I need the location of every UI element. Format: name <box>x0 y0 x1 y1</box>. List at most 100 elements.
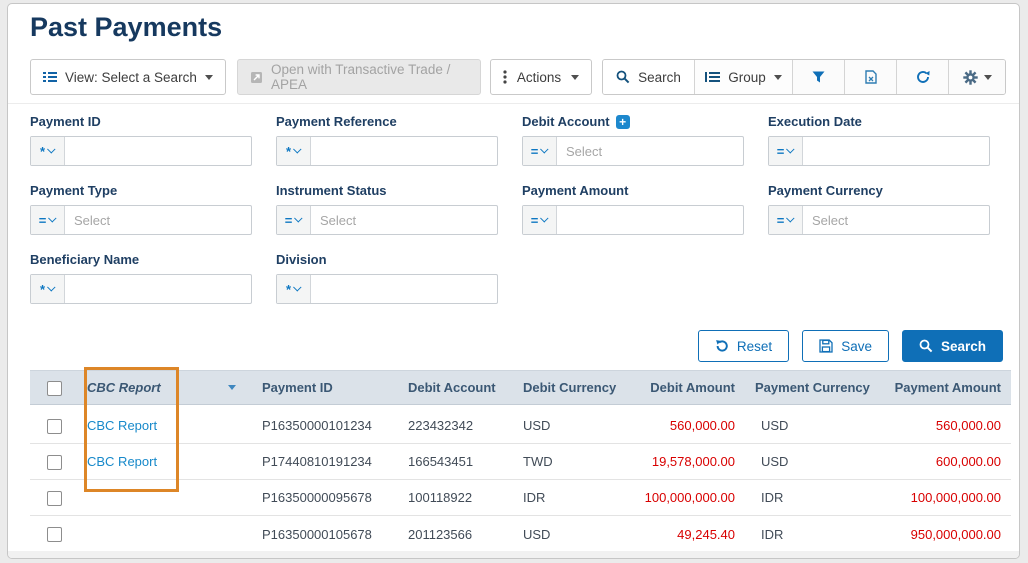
gear-icon <box>963 70 978 85</box>
filter-field-debit-account: Debit Account+ = <box>522 114 744 166</box>
open-with-transactive-trade-button: Open with Transactive Trade / APEA <box>237 59 481 95</box>
column-header-payment-id[interactable]: Payment ID <box>252 380 398 395</box>
actions-button-label: Actions <box>515 70 563 85</box>
cell-payment-id: P16350000101234 <box>252 418 398 433</box>
toolbar-button-group: Search Group <box>602 59 1006 95</box>
column-header-cbc-report[interactable]: CBC Report <box>77 380 252 395</box>
cell-payment-amount: 950,000,000.00 <box>880 527 1011 542</box>
view-button-label: View: Select a Search <box>65 70 197 85</box>
filter-field-payment-id: Payment ID * <box>30 114 252 166</box>
table-header-row: CBC Report Payment ID Debit Account Debi… <box>30 370 1011 405</box>
page-title: Past Payments <box>30 12 222 43</box>
debit-account-label: Debit Account+ <box>522 114 744 129</box>
cell-payment-id: P17440810191234 <box>252 454 398 469</box>
filter-button[interactable] <box>793 60 845 94</box>
toolbar-search-label: Search <box>638 70 681 85</box>
toolbar-search-button[interactable]: Search <box>603 60 695 94</box>
cell-payment-currency: IDR <box>745 527 880 542</box>
row-checkbox[interactable] <box>47 419 62 434</box>
cell-payment-currency: USD <box>745 454 880 469</box>
chevron-down-icon <box>294 214 302 222</box>
payment-type-operator-dropdown[interactable]: = <box>31 206 65 234</box>
reset-undo-icon <box>715 339 729 353</box>
cell-debit-amount: 19,578,000.00 <box>620 454 745 469</box>
chevron-down-icon <box>786 214 794 222</box>
search-submit-button[interactable]: Search <box>902 330 1003 362</box>
filter-field-payment-amount: Payment Amount = <box>522 183 744 235</box>
payment-amount-operator-dropdown[interactable]: = <box>523 206 557 234</box>
beneficiary-name-label: Beneficiary Name <box>30 252 252 267</box>
beneficiary-name-input[interactable] <box>65 275 251 303</box>
save-button-label: Save <box>841 339 872 354</box>
row-checkbox[interactable] <box>47 527 62 542</box>
cell-payment-amount: 100,000,000.00 <box>880 490 1011 505</box>
select-all-checkbox[interactable] <box>47 381 62 396</box>
cell-debit-amount: 49,245.40 <box>620 527 745 542</box>
column-header-payment-amount[interactable]: Payment Amount <box>880 380 1011 395</box>
execution-date-label: Execution Date <box>768 114 990 129</box>
search-icon <box>616 70 630 84</box>
chevron-down-icon <box>205 75 213 80</box>
instrument-status-operator-dropdown[interactable]: = <box>277 206 311 234</box>
filter-field-payment-reference: Payment Reference * <box>276 114 498 166</box>
excel-file-icon <box>865 70 877 84</box>
list-view-icon <box>43 71 57 83</box>
row-checkbox[interactable] <box>47 491 62 506</box>
debit-account-operator-dropdown[interactable]: = <box>523 137 557 165</box>
chevron-down-icon <box>293 283 301 291</box>
reset-button[interactable]: Reset <box>698 330 789 362</box>
column-header-payment-currency[interactable]: Payment Currency <box>745 380 880 395</box>
chevron-down-icon <box>571 75 579 80</box>
row-checkbox[interactable] <box>47 455 62 470</box>
payment-amount-label: Payment Amount <box>522 183 744 198</box>
cbc-report-link[interactable]: CBC Report <box>87 454 157 469</box>
execution-date-input[interactable] <box>803 137 989 165</box>
save-button[interactable]: Save <box>802 330 889 362</box>
instrument-status-select[interactable] <box>311 206 497 234</box>
column-header-debit-amount[interactable]: Debit Amount <box>620 380 745 395</box>
payment-reference-operator-dropdown[interactable]: * <box>277 137 311 165</box>
payment-type-select[interactable] <box>65 206 251 234</box>
cell-debit-account: 166543451 <box>398 454 513 469</box>
chevron-down-icon <box>47 145 55 153</box>
filter-form: Payment ID * Payment Reference * Debit A… <box>30 114 990 304</box>
payment-currency-select[interactable] <box>803 206 989 234</box>
cell-debit-currency: TWD <box>513 454 620 469</box>
chevron-down-icon <box>48 214 56 222</box>
cell-debit-currency: USD <box>513 527 620 542</box>
execution-date-operator-dropdown[interactable]: = <box>769 137 803 165</box>
toolbar-divider <box>8 103 1019 104</box>
past-payments-panel: Past Payments View: Select a Search Open… <box>7 3 1020 559</box>
refresh-button[interactable] <box>897 60 949 94</box>
chevron-down-icon <box>774 75 782 80</box>
results-table: CBC Report Payment ID Debit Account Debi… <box>30 370 1011 554</box>
chevron-down-icon <box>47 283 55 291</box>
cbc-report-link[interactable]: CBC Report <box>87 418 157 433</box>
debit-account-select[interactable] <box>557 137 743 165</box>
payment-id-operator-dropdown[interactable]: * <box>31 137 65 165</box>
column-header-debit-account[interactable]: Debit Account <box>398 380 513 395</box>
division-input[interactable] <box>311 275 497 303</box>
horizontal-scrollbar-track[interactable] <box>8 551 1019 558</box>
payment-reference-input[interactable] <box>311 137 497 165</box>
cell-payment-amount: 560,000.00 <box>880 418 1011 433</box>
beneficiary-name-operator-dropdown[interactable]: * <box>31 275 65 303</box>
division-operator-dropdown[interactable]: * <box>277 275 311 303</box>
payment-id-input[interactable] <box>65 137 251 165</box>
export-excel-button[interactable] <box>845 60 897 94</box>
group-button[interactable]: Group <box>695 60 793 94</box>
cell-payment-currency: IDR <box>745 490 880 505</box>
external-link-icon <box>250 71 263 84</box>
view-select-search-button[interactable]: View: Select a Search <box>30 59 226 95</box>
payment-type-label: Payment Type <box>30 183 252 198</box>
payment-currency-operator-dropdown[interactable]: = <box>769 206 803 234</box>
settings-button[interactable] <box>949 60 1005 94</box>
add-debit-account-icon[interactable]: + <box>616 115 630 129</box>
column-header-debit-currency[interactable]: Debit Currency <box>513 380 620 395</box>
cell-debit-amount: 560,000.00 <box>620 418 745 433</box>
payment-amount-input[interactable] <box>557 206 743 234</box>
search-icon <box>919 339 933 353</box>
sort-indicator-icon[interactable] <box>228 385 236 390</box>
chevron-down-icon <box>984 75 992 80</box>
actions-button[interactable]: Actions <box>490 59 592 95</box>
